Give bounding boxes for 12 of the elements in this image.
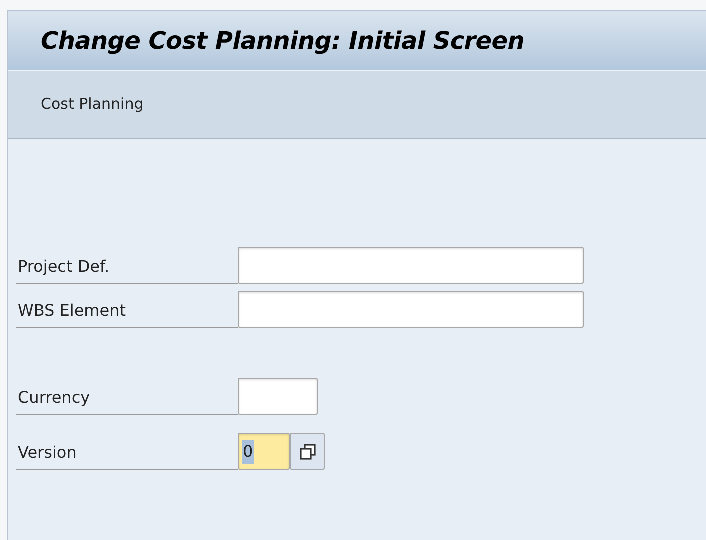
input-field[interactable] bbox=[238, 247, 584, 284]
field-label: Currency bbox=[18, 387, 90, 409]
field-label: Project Def. bbox=[18, 256, 110, 278]
value-help-button[interactable] bbox=[290, 433, 325, 470]
field-label: WBS Element bbox=[18, 300, 126, 322]
field-label: Version bbox=[18, 442, 77, 464]
copy-icon bbox=[298, 442, 316, 460]
input-field[interactable]: 0 bbox=[238, 433, 290, 470]
toolbar-menu-button[interactable]: Cost Planning bbox=[41, 93, 144, 116]
input-field[interactable] bbox=[238, 291, 584, 328]
input-field[interactable] bbox=[238, 378, 318, 415]
window-title: Change Cost Planning: Initial Screen bbox=[41, 26, 525, 56]
